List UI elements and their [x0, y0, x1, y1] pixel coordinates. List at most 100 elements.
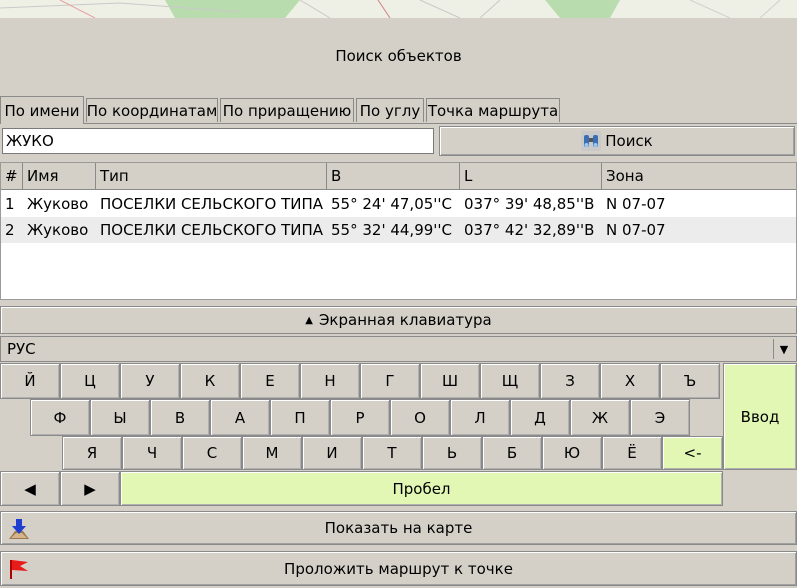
cursor-right-key[interactable]: ▶	[60, 471, 120, 506]
cell-number: 2	[5, 221, 15, 239]
key-label: Ж	[591, 408, 609, 427]
key[interactable]: Е	[240, 363, 300, 399]
enter-key-label: Ввод	[740, 407, 780, 426]
key[interactable]: Л	[450, 399, 510, 436]
search-input[interactable]	[2, 128, 434, 154]
key[interactable]: Ё	[602, 436, 662, 470]
cell-number: 1	[5, 195, 15, 213]
key-label: М	[265, 444, 279, 462]
chevron-down-icon[interactable]: ▼	[773, 339, 794, 359]
results-table[interactable]: # Имя Тип B L Зона 1 Жуково ПОСЕЛКИ СЕЛЬ…	[0, 162, 797, 300]
column-header-b[interactable]: B	[327, 163, 460, 190]
table-row[interactable]: 1 Жуково ПОСЕЛКИ СЕЛЬСКОГО ТИПА 55° 24' …	[1, 191, 796, 217]
key-label: О	[414, 408, 426, 427]
key[interactable]: Ы	[90, 399, 150, 436]
arrow-right-icon: ▶	[84, 479, 96, 498]
key[interactable]: О	[390, 399, 450, 436]
key[interactable]: Т	[362, 436, 422, 470]
key-label: Л	[474, 408, 486, 427]
show-on-map-label: Показать на карте	[324, 519, 473, 537]
key[interactable]: Г	[360, 363, 420, 399]
key[interactable]: П	[270, 399, 330, 436]
key[interactable]: Э	[630, 399, 690, 436]
cell-b: 55° 24' 47,05''С	[331, 195, 452, 213]
key[interactable]: Б	[482, 436, 542, 470]
key-label: Ы	[113, 408, 127, 427]
column-header-label: #	[5, 167, 18, 185]
backspace-key[interactable]: <-	[662, 436, 723, 470]
search-button[interactable]: Поиск	[439, 126, 795, 156]
key[interactable]: У	[120, 363, 180, 399]
column-header-label: Тип	[100, 167, 129, 185]
key-label: Г	[385, 372, 395, 390]
key[interactable]: К	[180, 363, 240, 399]
key[interactable]: Ж	[570, 399, 630, 436]
key[interactable]: М	[242, 436, 302, 470]
key[interactable]: Ш	[420, 363, 480, 399]
tab-by-increment[interactable]: По приращению	[220, 98, 354, 122]
key-label: П	[294, 408, 306, 427]
cell-l: 037° 39' 48,85''В	[464, 195, 595, 213]
key[interactable]: Ф	[30, 399, 90, 436]
triangle-up-icon: ▲	[305, 314, 313, 326]
column-header-l[interactable]: L	[460, 163, 602, 190]
tab-by-angle[interactable]: По углу	[356, 98, 424, 122]
key[interactable]: Р	[330, 399, 390, 436]
keyboard-toggle-button[interactable]: ▲ Экранная клавиатура	[0, 306, 797, 334]
tab-route-point[interactable]: Точка маршрута	[426, 98, 560, 122]
key-label: Д	[534, 408, 546, 427]
key-label: Я	[86, 444, 98, 462]
route-to-point-button[interactable]: Проложить маршрут к точке	[0, 551, 797, 586]
key[interactable]: Ъ	[660, 363, 720, 399]
column-header-zone[interactable]: Зона	[602, 163, 796, 190]
key-label: К	[204, 372, 216, 390]
key[interactable]: З	[540, 363, 600, 399]
tab-label: По координатам	[86, 101, 218, 120]
tab-label: По углу	[359, 101, 421, 120]
key-label: Ё	[627, 444, 637, 462]
key[interactable]: Й	[0, 363, 60, 399]
key[interactable]: И	[302, 436, 362, 470]
keyboard-toggle-label: Экранная клавиатура	[318, 311, 492, 329]
tab-label: Точка маршрута	[427, 101, 559, 120]
key[interactable]: Ч	[122, 436, 182, 470]
cell-type: ПОСЕЛКИ СЕЛЬСКОГО ТИПА	[100, 221, 324, 239]
cursor-left-key[interactable]: ◀	[0, 471, 60, 506]
key[interactable]: С	[182, 436, 242, 470]
key-label: Ш	[441, 372, 459, 390]
key-label: У	[145, 372, 155, 390]
key[interactable]: Х	[600, 363, 660, 399]
red-flag-icon	[10, 560, 28, 579]
column-header-number[interactable]: #	[1, 163, 23, 190]
cell-l: 037° 42' 32,89''В	[464, 221, 595, 239]
show-on-map-button[interactable]: Показать на карте	[0, 511, 797, 545]
key-label: В	[174, 408, 186, 427]
key[interactable]: Ц	[60, 363, 120, 399]
key[interactable]: Ю	[542, 436, 602, 470]
cell-type: ПОСЕЛКИ СЕЛЬСКОГО ТИПА	[100, 195, 324, 213]
column-header-label: L	[464, 167, 473, 185]
enter-key[interactable]: Ввод	[723, 363, 797, 470]
keyboard-layout-value: РУС	[7, 340, 36, 358]
key[interactable]: Я	[62, 436, 122, 470]
arrow-left-icon: ◀	[24, 479, 36, 498]
table-row[interactable]: 2 Жуково ПОСЕЛКИ СЕЛЬСКОГО ТИПА 55° 32' …	[1, 217, 796, 243]
column-header-label: Зона	[606, 167, 644, 185]
tab-by-coordinates[interactable]: По координатам	[86, 98, 218, 122]
keyboard-layout-select[interactable]: РУС ▼	[0, 336, 797, 362]
key[interactable]: Д	[510, 399, 570, 436]
key[interactable]: В	[150, 399, 210, 436]
space-key[interactable]: Пробел	[120, 471, 723, 506]
key[interactable]: Н	[300, 363, 360, 399]
key[interactable]: Щ	[480, 363, 540, 399]
cell-zone: N 07-07	[606, 221, 666, 239]
space-key-label: Пробел	[392, 479, 451, 498]
key-label: Х	[624, 372, 636, 390]
column-header-name[interactable]: Имя	[23, 163, 96, 190]
key[interactable]: Ь	[422, 436, 482, 470]
column-header-type[interactable]: Тип	[96, 163, 327, 190]
key[interactable]: А	[210, 399, 270, 436]
search-button-label: Поиск	[605, 132, 653, 150]
key-label: Ц	[84, 372, 96, 390]
tab-by-name[interactable]: По имени	[0, 96, 84, 124]
